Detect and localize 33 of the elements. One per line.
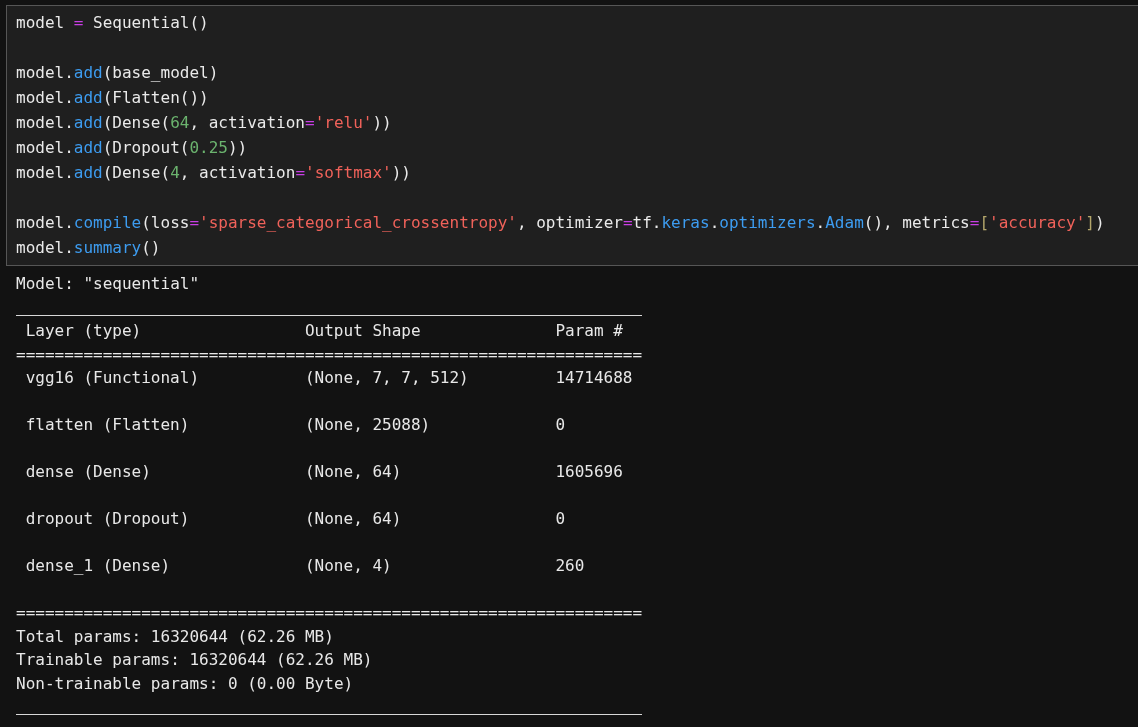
table-cell-text: (None, 64) <box>303 508 403 530</box>
table-cell-text: 14714688 <box>554 367 634 389</box>
code-line: model.summary() <box>16 237 162 259</box>
column-header: Layer (type) <box>24 320 143 342</box>
table-cell-text: dense_1 (Dense) <box>24 555 172 577</box>
table-cell-text: 1605696 <box>554 461 624 483</box>
table-cell-text: dropout (Dropout) <box>24 508 191 530</box>
table-cell-text: flatten (Flatten) <box>24 414 191 436</box>
table-cell-text: (None, 64) <box>303 461 403 483</box>
params-summary: Trainable params: 16320644 (62.26 MB) <box>16 649 374 671</box>
code-line: model.add(base_model) <box>16 62 220 84</box>
table-cell-text: dense (Dense) <box>24 461 152 483</box>
table-cell-text: 260 <box>554 555 586 577</box>
table-cell-text: 0 <box>554 508 567 530</box>
table-cell-text: 0 <box>554 414 567 436</box>
code-line: model.add(Dense(64, activation='relu')) <box>16 112 393 134</box>
column-header: Output Shape <box>303 320 422 342</box>
table-cell-text: (None, 4) <box>303 555 393 577</box>
separator-text: ================================================================= <box>16 602 644 624</box>
separator-text: ================================================================= <box>16 343 644 366</box>
code-line: model.compile(loss='sparse_categorical_crossentropy', optimizer=tf.keras.optimizers.Adam(), metrics=['accuracy']) <box>16 212 1106 234</box>
table-cell-text: vgg16 (Functional) <box>24 367 200 389</box>
column-header: Param # <box>554 320 624 342</box>
table-cell-text: (None, 7, 7, 512) <box>303 367 470 389</box>
code-line: model.add(Flatten()) <box>16 87 210 109</box>
params-summary: Non-trainable params: 0 (0.00 Byte) <box>16 672 355 695</box>
code-line: model.add(Dense(4, activation='softmax')) <box>16 162 412 184</box>
model-title: Model: "sequential" <box>16 273 201 295</box>
code-line: model.add(Dropout(0.25)) <box>16 137 249 159</box>
params-summary: Total params: 16320644 (62.26 MB) <box>16 625 335 648</box>
code-cell[interactable] <box>6 5 1138 266</box>
table-cell-text: (None, 25088) <box>303 414 432 436</box>
code-line: model = Sequential() <box>16 12 210 34</box>
